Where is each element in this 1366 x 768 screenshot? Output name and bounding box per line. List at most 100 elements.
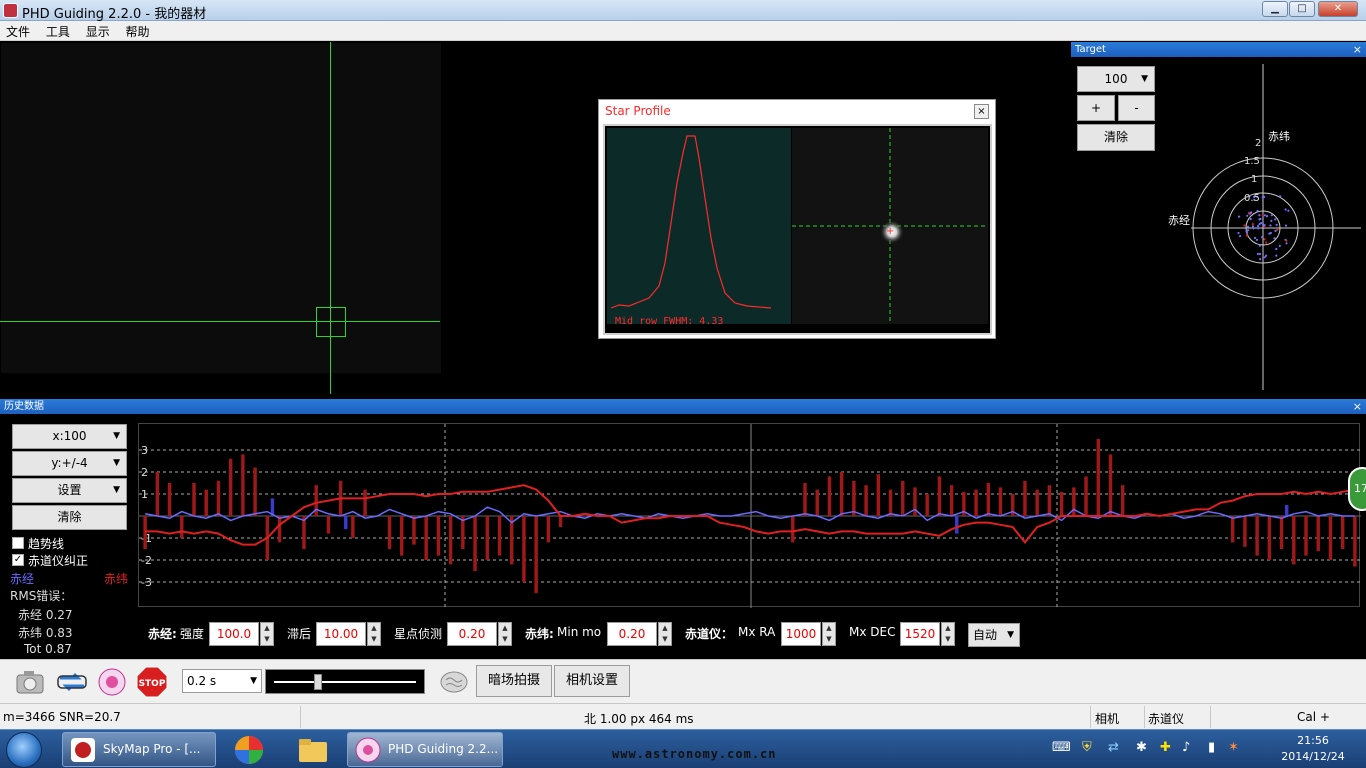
file-explorer-icon[interactable] <box>296 734 330 766</box>
dec-correction-bar <box>1316 516 1320 552</box>
target-panel-close-button[interactable]: × <box>1353 42 1362 57</box>
star-zoom-svg: + <box>792 128 988 324</box>
dec-correction-bar <box>1096 439 1100 516</box>
dec-correction-bar <box>925 494 929 516</box>
network-icon[interactable]: ⇄ <box>1108 740 1119 755</box>
security-shield-icon[interactable]: ⛨ <box>1082 740 1092 755</box>
target-scatter-point <box>1274 218 1277 221</box>
taskbar-clock-date[interactable]: 2014/12/24 <box>1278 750 1348 763</box>
target-scatter-point <box>1256 209 1259 212</box>
max-dec-stepper[interactable]: ▲ ▼ <box>941 622 955 646</box>
target-scatter-point <box>1275 254 1278 257</box>
y-tick-label: 3 <box>141 444 148 457</box>
status-separator <box>1144 706 1145 728</box>
dec-correction-bar <box>167 483 172 516</box>
star-profile-close-button[interactable]: × <box>974 104 989 119</box>
history-graph[interactable]: 321-1-2-3 <box>138 423 1361 608</box>
chevron-down-icon: ▼ <box>1141 74 1148 84</box>
target-clear-button[interactable]: 清除 <box>1077 124 1155 151</box>
aggression-stepper[interactable]: ▲ ▼ <box>260 622 274 646</box>
exposure-duration-select[interactable]: 0.2 s ▼ <box>182 669 262 693</box>
history-panel-close-button[interactable]: × <box>1353 399 1362 414</box>
target-ring-label-0-5: 0.5 <box>1244 193 1260 204</box>
aggression-input[interactable]: 100.0 <box>209 622 259 646</box>
target-panel: Target × 100 ▼ + - 清除 赤纬 赤经 2 1.5 1 0.5 <box>1071 42 1366 394</box>
minimize-button[interactable]: ▁ <box>1262 1 1288 17</box>
media-player-icon[interactable] <box>232 734 266 766</box>
dec-correction-bar <box>1084 476 1088 516</box>
battery-icon[interactable]: ▮ <box>1208 740 1215 755</box>
target-ra-label: 赤经 <box>1168 214 1190 227</box>
max-dec-input[interactable]: 1520 <box>900 622 940 646</box>
bluetooth-icon[interactable]: ✱ <box>1136 740 1147 755</box>
dec-correction-bar <box>913 487 917 516</box>
max-ra-input[interactable]: 1000 <box>781 622 821 646</box>
history-y-scale-select[interactable]: y:+/-4 ▼ <box>12 451 127 476</box>
mount-correction-checkbox[interactable]: ✓ <box>12 554 24 566</box>
rms-total: Tot 0.87 <box>24 642 72 656</box>
dec-correction-bar <box>473 516 477 571</box>
loop-exposure-icon[interactable] <box>56 666 88 698</box>
target-scatter-point <box>1258 252 1262 256</box>
taskbar-phd-button[interactable]: PHD Guiding 2.2... <box>347 732 503 767</box>
dec-correction-bar <box>143 516 147 549</box>
camera-frame <box>1 43 441 373</box>
target-panel-header: Target × <box>1071 42 1366 57</box>
maximize-button[interactable]: □ <box>1289 1 1315 17</box>
menu-file[interactable]: 文件 <box>0 21 36 40</box>
power-icon[interactable]: ✶ <box>1228 740 1239 755</box>
dec-correction-bar <box>852 480 856 516</box>
min-move-input[interactable]: 0.20 <box>447 622 497 646</box>
history-panel-header: 历史数据 × <box>0 399 1366 414</box>
star-info-status: m=3466 SNR=20.7 <box>3 710 121 724</box>
target-zoom-out-button[interactable]: - <box>1118 95 1155 121</box>
min-move-stepper[interactable]: ▲ ▼ <box>498 622 512 646</box>
taskbar-phd-label: PHD Guiding 2.2... <box>388 742 499 756</box>
dec-min-move-stepper[interactable]: ▲ ▼ <box>658 622 672 646</box>
dec-correction-bar <box>937 476 942 516</box>
dec-guide-mode-select[interactable]: 自动 ▼ <box>968 623 1020 647</box>
camera-settings-button[interactable]: 相机设置 <box>554 665 630 697</box>
taskbar-clock-time[interactable]: 21:56 <box>1278 734 1348 747</box>
target-zoom-in-button[interactable]: + <box>1077 95 1115 121</box>
target-scatter-point <box>1246 214 1249 217</box>
phd-guide-icon[interactable] <box>96 666 128 698</box>
dec-min-move-input[interactable]: 0.20 <box>607 622 657 646</box>
history-x-scale-select[interactable]: x:100 ▼ <box>12 424 127 449</box>
menu-view[interactable]: 显示 <box>80 21 116 40</box>
mount-correction-label: 赤道仪纠正 <box>28 554 89 568</box>
volume-icon[interactable]: ♪ <box>1182 740 1190 755</box>
dec-correction-bar <box>1243 516 1247 547</box>
hysteresis-stepper[interactable]: ▲ ▼ <box>367 622 381 646</box>
menu-tools[interactable]: 工具 <box>40 21 76 40</box>
update-icon[interactable]: ✚ <box>1160 740 1171 755</box>
hysteresis-input[interactable]: 10.00 <box>316 622 366 646</box>
target-zoom-select[interactable]: 100 ▼ <box>1077 66 1155 92</box>
stop-icon[interactable]: STOP <box>136 666 168 698</box>
camera-icon[interactable] <box>14 666 46 698</box>
keyboard-icon[interactable]: ⌨ <box>1052 740 1071 755</box>
dec-correction-bar <box>998 487 1003 516</box>
history-settings-select[interactable]: 设置 ▼ <box>12 478 127 503</box>
taskbar-skymap-button[interactable]: SkyMap Pro - [... <box>62 732 216 767</box>
target-scatter-point <box>1258 223 1261 226</box>
gamma-slider-thumb[interactable] <box>314 674 322 690</box>
dec-correction-bar <box>839 472 844 516</box>
brain-icon[interactable] <box>438 666 470 698</box>
status-separator <box>1090 706 1091 728</box>
start-button[interactable] <box>6 732 42 768</box>
history-clear-button[interactable]: 清除 <box>12 505 127 530</box>
menu-help[interactable]: 帮助 <box>120 21 156 40</box>
dark-frame-button[interactable]: 暗场拍摄 <box>476 665 552 697</box>
trend-line-checkbox[interactable] <box>12 537 24 549</box>
fwhm-label: Mid row FWHM: 4.33 <box>615 316 724 327</box>
star-zoom-view: + <box>792 128 988 324</box>
dec-correction-bar <box>448 516 453 565</box>
close-button[interactable]: ✕ <box>1318 1 1358 17</box>
max-ra-stepper[interactable]: ▲ ▼ <box>822 622 836 646</box>
gamma-slider[interactable] <box>265 669 425 694</box>
main-toolbar: STOP 0.2 s ▼ 暗场拍摄 相机设置 <box>0 659 1366 703</box>
history-graph-svg: 321-1-2-3 <box>139 424 1361 608</box>
dec-correction-bar <box>436 516 441 556</box>
target-scatter-point <box>1251 223 1254 226</box>
